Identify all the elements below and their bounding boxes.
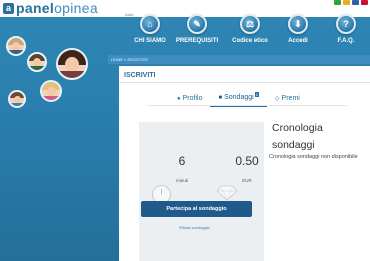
flag-italy-icon[interactable] bbox=[334, 0, 341, 5]
breadcrumb[interactable]: HOME » REGISTER bbox=[108, 55, 370, 64]
page-title: ISCRIVITI bbox=[124, 72, 156, 79]
info-icon: ⌂ bbox=[140, 14, 160, 34]
register-panel: ISCRIVITI ● Profilo ■ Sondaggi 1 ◇ Premi… bbox=[119, 66, 370, 261]
avatar-woman-1 bbox=[6, 36, 26, 56]
history-empty-note: Cronologia sondaggi non disponibile bbox=[269, 154, 358, 160]
nav-label: Accedi bbox=[288, 38, 308, 44]
tab-label: Sondaggi bbox=[224, 94, 254, 101]
nav-label: Codice etico bbox=[232, 38, 268, 44]
flag-france-icon[interactable] bbox=[352, 0, 359, 5]
diamond-icon bbox=[216, 185, 238, 201]
flag-spain-icon[interactable] bbox=[343, 0, 350, 5]
flag-uk-icon[interactable] bbox=[361, 0, 368, 5]
count-badge: 1 bbox=[254, 92, 259, 97]
scale-icon: ⚖ bbox=[240, 14, 260, 34]
nav-item-accedi[interactable]: ⬇ Accedi bbox=[274, 14, 322, 44]
diamond-icon: ◇ bbox=[274, 96, 280, 102]
nav-label: PREREQUISITI bbox=[175, 38, 219, 44]
login-icon: ⬇ bbox=[288, 14, 308, 34]
pencil-icon: ✎ bbox=[187, 14, 207, 34]
duration-unit: minuti bbox=[175, 178, 188, 183]
language-flags bbox=[334, 0, 368, 5]
history-title: Cronologia sondaggi bbox=[272, 122, 323, 151]
divider bbox=[119, 82, 370, 83]
avatar-man-1 bbox=[27, 52, 47, 72]
reward-unit: EUR bbox=[242, 178, 252, 183]
participate-button[interactable]: Partecipa al sondaggio bbox=[141, 201, 252, 217]
avatar-man-2 bbox=[8, 90, 26, 108]
logo-mark: a bbox=[3, 2, 14, 14]
nav-label: F.A.Q. bbox=[337, 38, 355, 44]
refuse-survey-link[interactable]: Rifiuta sondaggio bbox=[179, 225, 210, 230]
logo-text: panelopinea bbox=[16, 0, 98, 16]
nav-label: CHI SIAMO bbox=[134, 38, 166, 44]
tab-label: Premi bbox=[281, 95, 300, 102]
main-nav: ⌂ CHI SIAMO ✎ PREREQUISITI ⚖ Codice etic… bbox=[132, 14, 370, 44]
chat-icon: ■ bbox=[218, 94, 223, 101]
avatar-woman-featured bbox=[56, 48, 88, 80]
duration-stat: 6 minuti bbox=[164, 154, 200, 183]
nav-item-codice-etico[interactable]: ⚖ Codice etico bbox=[226, 14, 274, 44]
tab-label: Profilo bbox=[182, 95, 203, 102]
question-icon: ? bbox=[336, 14, 356, 34]
nav-item-prerequisiti[interactable]: ✎ PREREQUISITI bbox=[168, 14, 226, 44]
duration-value: 6 bbox=[178, 154, 186, 168]
logo[interactable]: a panelopinea bbox=[3, 1, 98, 15]
avatar-woman-2 bbox=[40, 80, 62, 102]
nav-item-faq[interactable]: ? F.A.Q. bbox=[322, 14, 370, 44]
nav-item-chi-siamo[interactable]: ⌂ CHI SIAMO bbox=[132, 14, 168, 44]
reward-value: 0.50 bbox=[235, 154, 259, 168]
tabs-divider bbox=[147, 105, 347, 106]
user-icon: ● bbox=[177, 95, 181, 102]
reward-stat: 0.50 EUR bbox=[227, 154, 267, 183]
